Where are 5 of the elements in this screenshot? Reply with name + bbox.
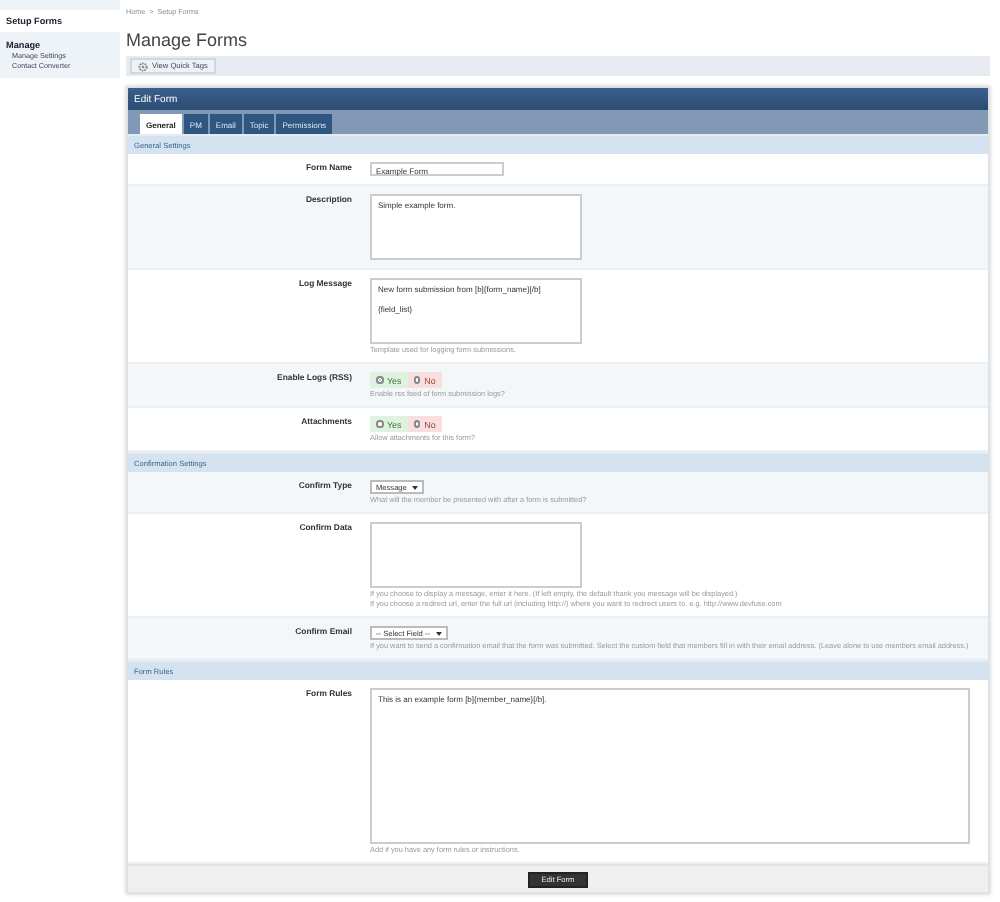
text-area[interactable] xyxy=(370,522,582,588)
gear-icon xyxy=(138,61,148,71)
caret-icon xyxy=(412,485,419,489)
page-title: Manage Forms xyxy=(126,30,250,50)
caret-icon xyxy=(436,631,443,635)
